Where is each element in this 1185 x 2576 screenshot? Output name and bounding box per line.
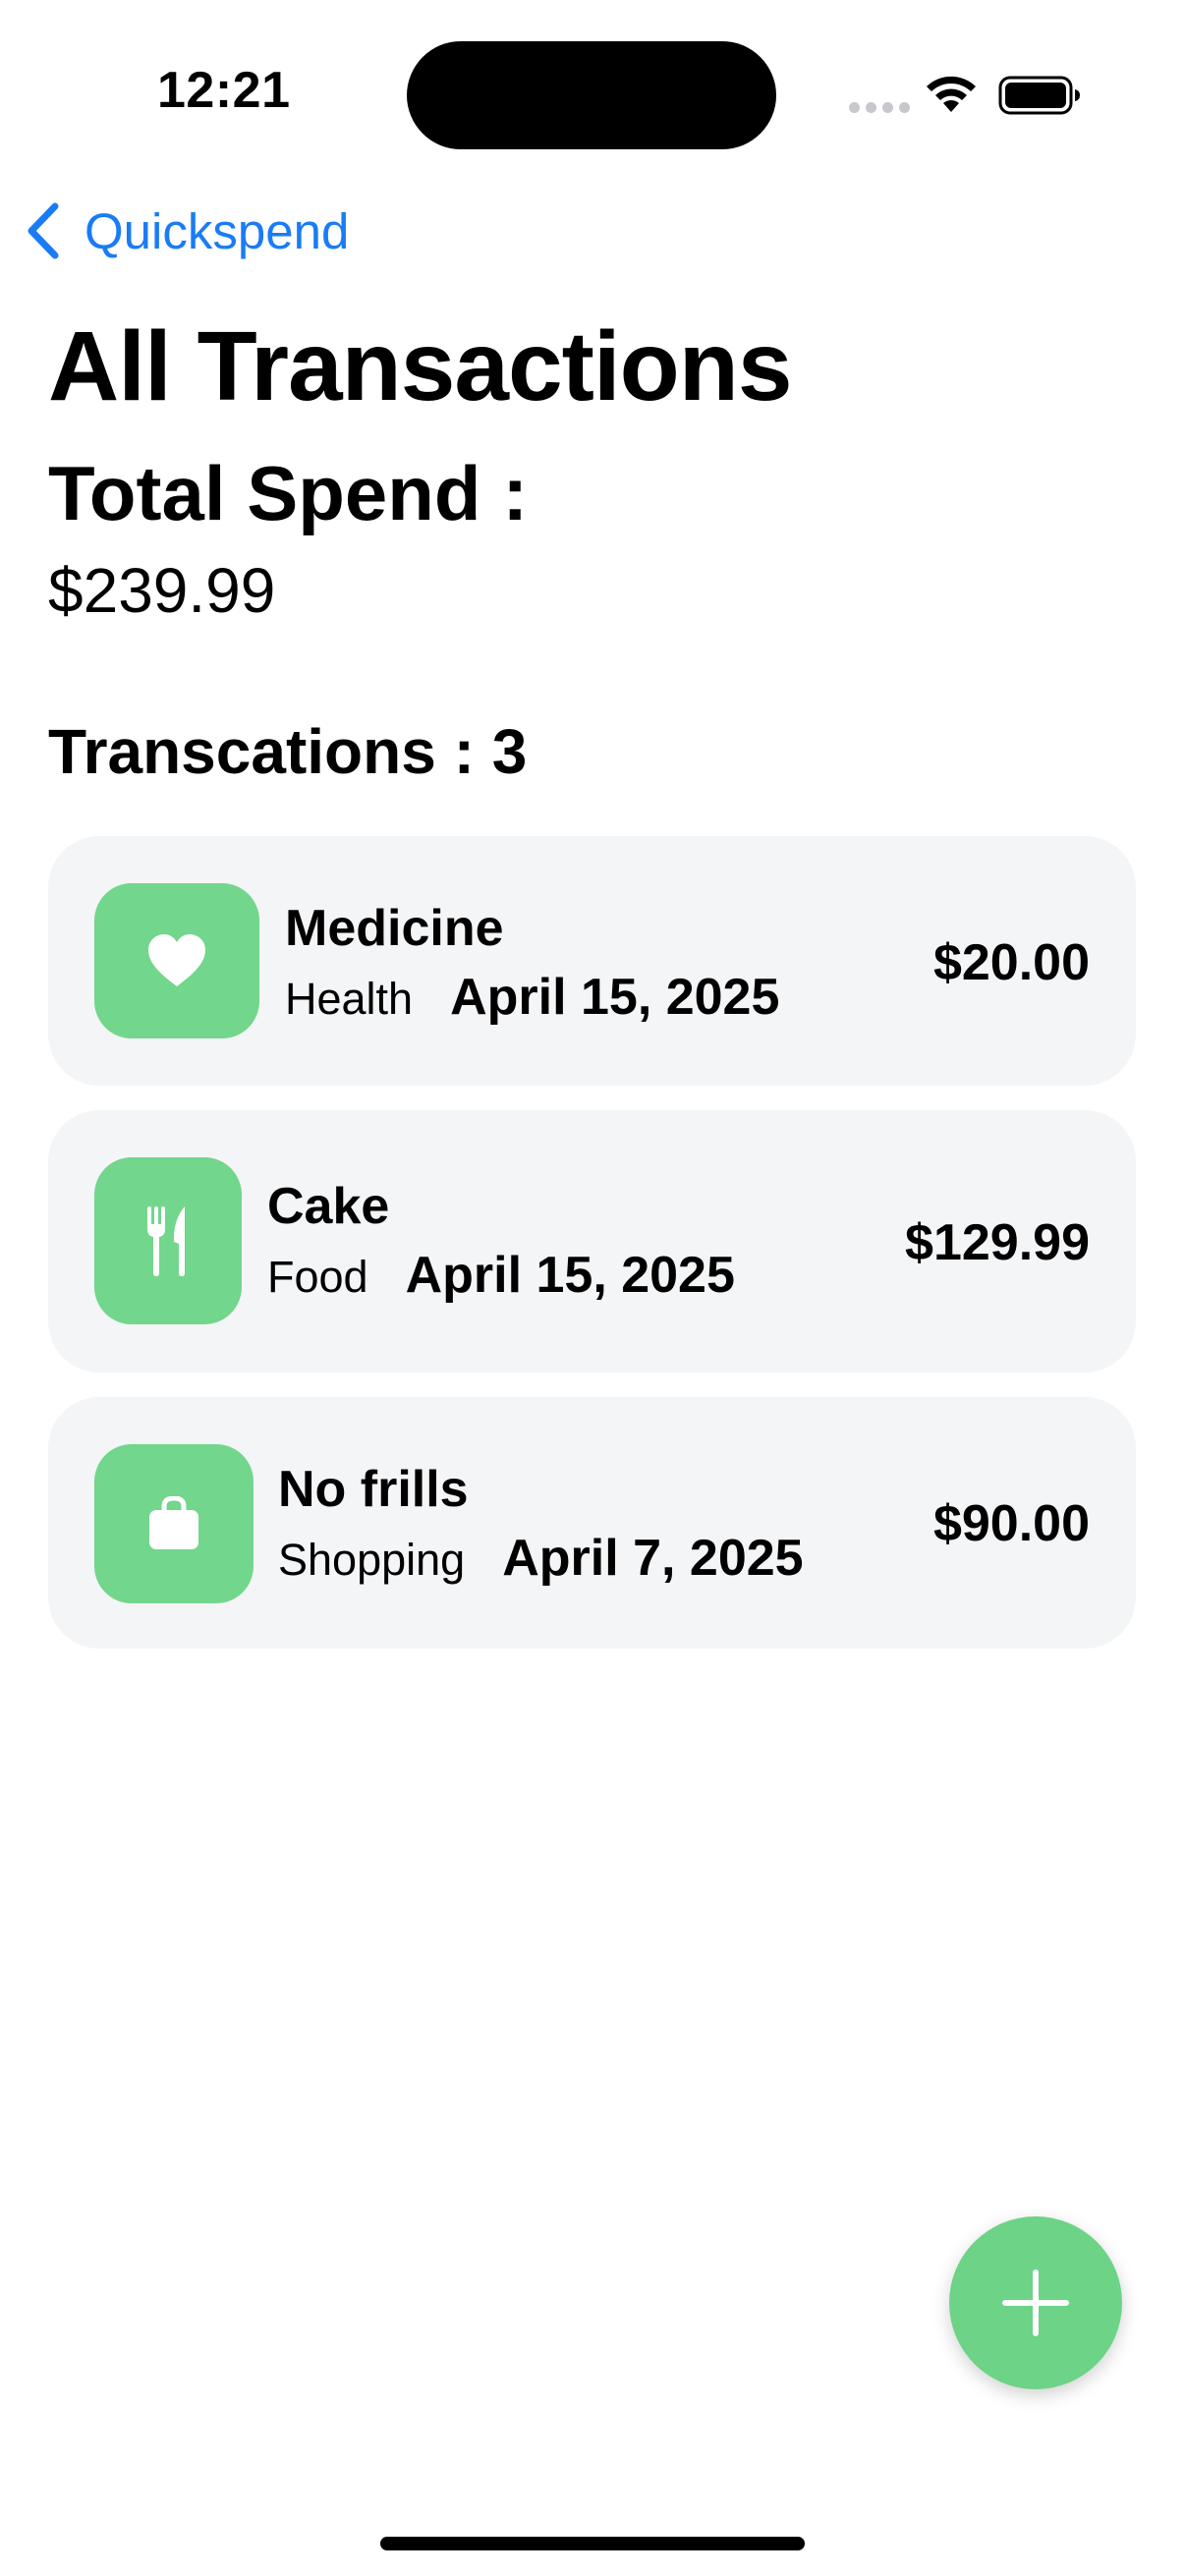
- transaction-date: April 15, 2025: [405, 1247, 735, 1304]
- transaction-title: Medicine: [285, 900, 504, 957]
- transaction-amount: $90.00: [932, 1495, 1090, 1552]
- dynamic-island: [407, 41, 776, 149]
- transaction-date: April 7, 2025: [502, 1530, 804, 1587]
- transaction-card[interactable]: No frills Shopping April 7, 2025 $90.00: [48, 1397, 1136, 1649]
- total-spend-value: $239.99: [48, 555, 276, 626]
- back-button-label: Quickspend: [85, 202, 350, 259]
- total-spend-label: Total Spend :: [48, 450, 529, 536]
- battery-icon: [998, 76, 1080, 115]
- transaction-category: Health: [285, 974, 414, 1024]
- transaction-title: Cake: [267, 1178, 390, 1235]
- transaction-count-heading: Transcations : 3: [48, 716, 528, 787]
- transaction-category: Shopping: [278, 1535, 466, 1585]
- shopping-bag-icon: [94, 1444, 254, 1603]
- transaction-title: No frills: [278, 1461, 469, 1518]
- wifi-icon: [927, 76, 976, 112]
- cellular-signal-icon: [849, 102, 910, 113]
- chevron-left-icon: [28, 202, 59, 259]
- transaction-date: April 15, 2025: [450, 969, 780, 1026]
- add-transaction-button[interactable]: [949, 2216, 1122, 2389]
- back-button[interactable]: Quickspend: [22, 196, 349, 265]
- status-time: 12:21: [157, 62, 291, 119]
- transaction-amount: $20.00: [932, 934, 1090, 991]
- transaction-amount: $129.99: [905, 1214, 1090, 1271]
- transaction-card[interactable]: Medicine Health April 15, 2025 $20.00: [48, 836, 1136, 1086]
- page-title: All Transactions: [48, 311, 792, 421]
- transaction-card[interactable]: Cake Food April 15, 2025 $129.99: [48, 1110, 1136, 1372]
- plus-icon: [1002, 2269, 1069, 2336]
- transaction-category: Food: [267, 1252, 368, 1302]
- fork-knife-icon: [94, 1157, 242, 1324]
- heart-icon: [94, 883, 259, 1038]
- home-indicator[interactable]: [380, 2537, 805, 2550]
